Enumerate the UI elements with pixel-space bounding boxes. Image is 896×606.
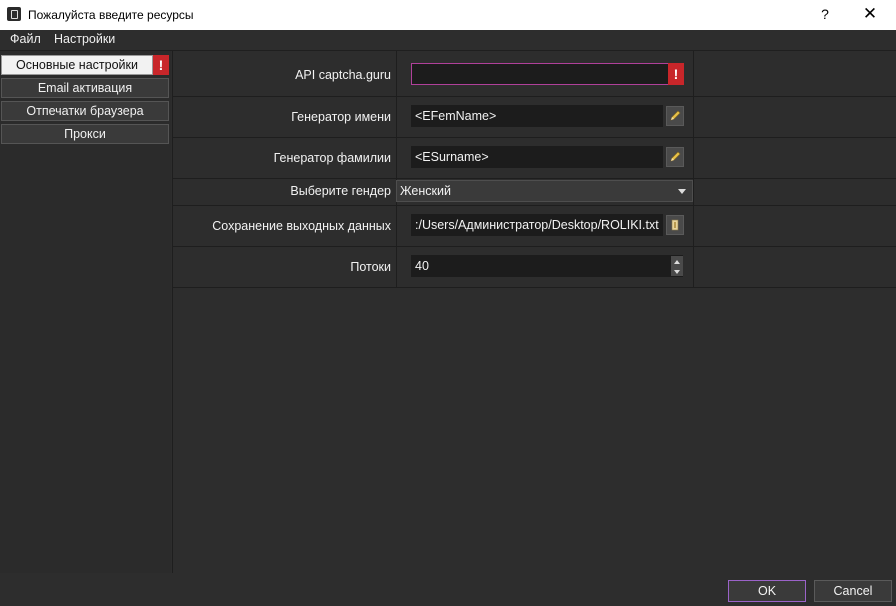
form-row-api-captcha: API captcha.guru ! bbox=[173, 51, 896, 97]
folder-icon bbox=[671, 219, 679, 231]
gender-label: Выберите гендер bbox=[290, 184, 391, 198]
api-captcha-label: API captcha.guru bbox=[295, 68, 391, 82]
browse-output-button[interactable] bbox=[666, 215, 684, 235]
window-title: Пожалуйста введите ресурсы bbox=[28, 8, 194, 22]
sidebar-item-main-settings[interactable]: Основные настройки bbox=[1, 55, 153, 75]
threads-spinbox[interactable]: 40 bbox=[411, 255, 683, 277]
form-row-threads: Потоки 40 bbox=[173, 246, 896, 288]
form-row-name-generator: Генератор имени <EFemName> bbox=[173, 96, 896, 138]
api-captcha-input[interactable] bbox=[411, 63, 669, 85]
output-save-label: Сохранение выходных данных bbox=[212, 219, 391, 233]
pencil-icon bbox=[670, 151, 681, 162]
edit-name-button[interactable] bbox=[666, 106, 684, 126]
chevron-down-icon bbox=[674, 270, 680, 274]
spin-up-button[interactable] bbox=[671, 256, 683, 266]
settings-form: API captcha.guru ! Генератор имени <EFem… bbox=[172, 51, 896, 573]
form-row-gender: Выберите гендер Женский bbox=[173, 178, 896, 206]
dialog-footer: OK Cancel bbox=[0, 573, 896, 606]
cancel-button[interactable]: Cancel bbox=[814, 580, 892, 602]
warning-icon: ! bbox=[668, 63, 684, 85]
edit-surname-button[interactable] bbox=[666, 147, 684, 167]
name-generator-input[interactable]: <EFemName> bbox=[411, 105, 663, 127]
form-row-surname-generator: Генератор фамилии <ESurname> bbox=[173, 137, 896, 179]
menu-bar: Файл Настройки bbox=[0, 30, 896, 51]
output-save-input[interactable]: :/Users/Администратор/Desktop/ROLIKI.txt bbox=[411, 214, 663, 236]
gender-select-value: Женский bbox=[400, 184, 451, 198]
sidebar-item-email-activation[interactable]: Email активация bbox=[1, 78, 169, 98]
ok-button[interactable]: OK bbox=[728, 580, 806, 602]
surname-generator-input[interactable]: <ESurname> bbox=[411, 146, 663, 168]
close-button[interactable]: ✕ bbox=[858, 4, 882, 24]
surname-generator-label: Генератор фамилии bbox=[273, 151, 391, 165]
sidebar-item-browser-fingerprints[interactable]: Отпечатки браузера bbox=[1, 101, 169, 121]
help-button[interactable]: ? bbox=[815, 6, 835, 22]
warning-icon: ! bbox=[153, 55, 169, 75]
menu-file[interactable]: Файл bbox=[10, 32, 41, 46]
pencil-icon bbox=[670, 110, 681, 121]
menu-settings[interactable]: Настройки bbox=[54, 32, 115, 46]
gender-select[interactable]: Женский bbox=[396, 180, 693, 202]
sidebar: Основные настройки ! Email активация Отп… bbox=[0, 51, 171, 573]
app-icon bbox=[7, 7, 21, 21]
threads-label: Потоки bbox=[350, 260, 391, 274]
chevron-down-icon bbox=[678, 189, 686, 194]
form-row-output-save: Сохранение выходных данных :/Users/Админ… bbox=[173, 205, 896, 247]
name-generator-label: Генератор имени bbox=[291, 110, 391, 124]
sidebar-item-proxy[interactable]: Прокси bbox=[1, 124, 169, 144]
spin-down-button[interactable] bbox=[671, 266, 683, 276]
title-bar: Пожалуйста введите ресурсы ? ✕ bbox=[0, 0, 896, 30]
